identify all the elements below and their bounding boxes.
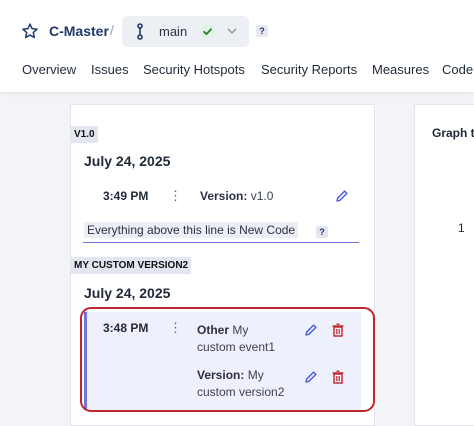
graph-panel: Graph t 1 [414, 104, 474, 426]
tab-issues[interactable]: Issues [91, 62, 129, 77]
version-tag: MY CUSTOM VERSION2 [71, 257, 192, 274]
top-header: C-Master / main ? Overview Issues Securi… [0, 0, 474, 92]
tab-security-hotspots[interactable]: Security Hotspots [143, 62, 245, 77]
graph-title: Graph t [432, 126, 474, 140]
new-code-marker: Everything above this line is New Code ? [83, 220, 359, 243]
star-icon[interactable] [21, 22, 39, 40]
version-tag: V1.0 [71, 126, 98, 143]
graph-axis-value: 1 [458, 221, 465, 235]
branch-selector[interactable]: main [122, 16, 249, 47]
version-date: July 24, 2025 [84, 153, 171, 169]
chevron-down-icon [227, 28, 237, 34]
new-code-help-icon[interactable]: ? [316, 226, 328, 238]
event-description: Version: v1.0 [200, 189, 274, 203]
tab-measures[interactable]: Measures [372, 62, 429, 77]
version-date: July 24, 2025 [84, 285, 171, 301]
branch-help-icon[interactable]: ? [256, 25, 268, 37]
branch-name: main [159, 24, 188, 39]
tab-overview[interactable]: Overview [22, 62, 76, 77]
breadcrumb-separator: / [110, 22, 114, 38]
more-options-icon[interactable]: ⋮ [169, 188, 182, 204]
tab-security-reports[interactable]: Security Reports [261, 62, 357, 77]
new-code-label: Everything above this line is New Code [84, 222, 299, 238]
branch-icon [137, 23, 143, 40]
highlight-annotation [80, 307, 375, 412]
event-time: 3:49 PM [103, 189, 149, 203]
edit-icon[interactable] [335, 189, 349, 203]
quality-gate-badge [201, 25, 214, 38]
check-icon [203, 28, 212, 35]
project-name-link[interactable]: C-Master [49, 23, 109, 39]
tab-code[interactable]: Code [442, 62, 473, 77]
